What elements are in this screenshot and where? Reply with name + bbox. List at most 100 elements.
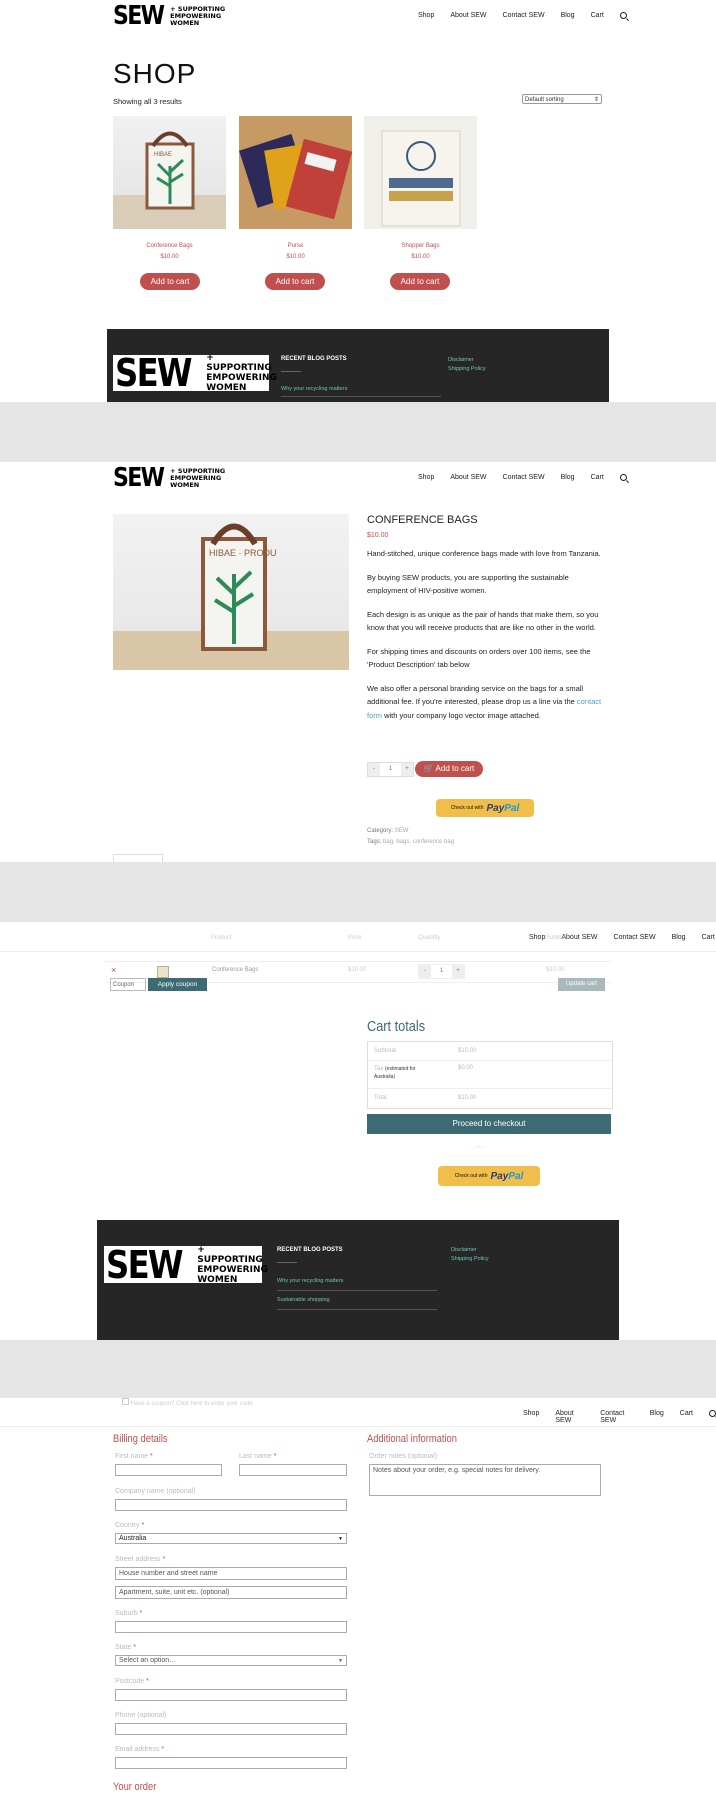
postcode-input[interactable] bbox=[115, 1689, 347, 1701]
first-name-label: First name * bbox=[115, 1453, 153, 1460]
nav-shop[interactable]: Shop bbox=[418, 12, 434, 21]
shipping-policy-link[interactable]: Shipping Policy bbox=[448, 366, 486, 372]
nav-cart[interactable]: Cart bbox=[591, 12, 604, 21]
first-name-input[interactable] bbox=[115, 1464, 222, 1476]
category-link[interactable]: SEW bbox=[395, 828, 409, 834]
quantity-stepper[interactable]: - 1 + bbox=[367, 762, 414, 777]
disclaimer-link[interactable]: Disclaimer bbox=[448, 357, 474, 363]
nav-about[interactable]: About SEW bbox=[450, 12, 486, 21]
recent-posts-title: RECENT BLOG POSTS bbox=[277, 1247, 343, 1253]
blog-post-link[interactable]: Sustainable shopping bbox=[277, 1297, 330, 1303]
cart-header-quantity: Quantity bbox=[418, 935, 441, 941]
product-name[interactable]: Conference Bags bbox=[113, 243, 226, 249]
nav-about[interactable]: About SEW bbox=[450, 474, 486, 483]
footer-logo[interactable]: SEW + SUPPORTING EMPOWERING WOMEN bbox=[113, 353, 277, 393]
nav-contact[interactable]: Contact SEW bbox=[600, 1410, 634, 1424]
add-to-cart-button[interactable]: Add to cart bbox=[140, 273, 200, 290]
add-to-cart-button[interactable]: 🛒 Add to cart bbox=[415, 761, 483, 777]
proceed-to-checkout-button[interactable]: Proceed to checkout bbox=[367, 1114, 611, 1134]
paypal-checkout-button[interactable]: Check out with PayPal bbox=[438, 1166, 540, 1186]
sorting-value: Default sorting bbox=[525, 97, 564, 103]
order-notes-textarea[interactable]: Notes about your order, e.g. special not… bbox=[369, 1464, 601, 1496]
site-logo[interactable]: SEW + SUPPORTING EMPOWERING WOMEN bbox=[113, 465, 225, 491]
coupon-notice[interactable]: Have a coupon? Click here to enter your … bbox=[122, 1398, 253, 1407]
tags-links[interactable]: bag, bags, conference bag bbox=[383, 839, 454, 845]
state-select[interactable]: Select an option… ▼ bbox=[115, 1655, 347, 1666]
update-cart-button[interactable]: Update cart bbox=[558, 978, 605, 991]
add-to-cart-button[interactable]: Add to cart bbox=[265, 273, 325, 290]
nav-shop[interactable]: Shop bbox=[523, 1410, 539, 1424]
paypal-checkout-button[interactable]: Check out with PayPal bbox=[436, 799, 534, 817]
add-to-cart-button[interactable]: Add to cart bbox=[390, 273, 450, 290]
street-address-2-input[interactable]: Apartment, suite, unit etc. (optional) bbox=[115, 1586, 347, 1599]
product-image-purse[interactable] bbox=[239, 116, 353, 229]
search-icon[interactable] bbox=[619, 12, 627, 21]
nav-about[interactable]: About SEW bbox=[555, 1410, 584, 1424]
product-title: CONFERENCE BAGS bbox=[367, 514, 478, 526]
last-name-input[interactable] bbox=[239, 1464, 347, 1476]
divider bbox=[281, 396, 441, 397]
sorting-select[interactable]: Default sorting ⇕ bbox=[522, 94, 602, 104]
apply-coupon-button[interactable]: Apply coupon bbox=[148, 978, 207, 991]
qty-input[interactable]: 1 bbox=[380, 763, 401, 776]
main-nav: Shop About SEW Contact SEW Blog Cart bbox=[418, 474, 627, 483]
logo-tagline: + SUPPORTING EMPOWERING WOMEN bbox=[170, 4, 226, 27]
product-name[interactable]: Shopper Bags bbox=[364, 243, 477, 249]
nav-blog[interactable]: Blog bbox=[561, 12, 575, 21]
footer-logo[interactable]: SEW + SUPPORTING EMPOWERING WOMEN bbox=[104, 1245, 268, 1285]
paypal-logo: PayPal bbox=[490, 1170, 524, 1182]
add-to-cart-label: Add to cart bbox=[435, 764, 475, 773]
nav-shop[interactable]: Shop bbox=[418, 474, 434, 483]
tab-description[interactable] bbox=[113, 854, 163, 862]
phone-input[interactable] bbox=[115, 1723, 347, 1735]
svg-text:HIBAE · PRODU: HIBAE · PRODU bbox=[209, 548, 277, 558]
qty-plus-button[interactable]: + bbox=[401, 763, 413, 776]
product-image-shopper-bags[interactable] bbox=[364, 116, 477, 229]
disclaimer-link[interactable]: Disclaimer bbox=[451, 1247, 477, 1253]
nav-cart[interactable]: Cart bbox=[591, 474, 604, 483]
logo-sew: SEW bbox=[113, 463, 165, 493]
nav-blog[interactable]: Blog bbox=[561, 474, 575, 483]
product-price: $10.00 bbox=[286, 254, 305, 260]
street-address-input[interactable]: House number and street name bbox=[115, 1567, 347, 1580]
cart-qty-stepper[interactable]: - 1 + bbox=[418, 964, 465, 979]
nav-contact[interactable]: Contact SEW bbox=[503, 12, 545, 21]
coupon-input[interactable]: Coupon code bbox=[110, 978, 146, 991]
email-input[interactable] bbox=[115, 1757, 347, 1769]
cart-thumbnail[interactable] bbox=[157, 966, 169, 978]
divider bbox=[281, 371, 301, 372]
qty-plus-button[interactable]: + bbox=[452, 965, 464, 978]
qty-minus-button[interactable]: - bbox=[368, 763, 380, 776]
nav-blog[interactable]: Blog bbox=[672, 934, 686, 941]
nav-contact[interactable]: Contact SEW bbox=[614, 934, 656, 941]
product-name[interactable]: Purse bbox=[239, 243, 352, 249]
search-icon[interactable] bbox=[619, 474, 627, 483]
search-icon[interactable] bbox=[709, 1410, 716, 1424]
logo-tagline: + SUPPORTING EMPOWERING WOMEN bbox=[206, 353, 277, 393]
cart-item-price: $10.00 bbox=[348, 967, 367, 973]
purse-graphic bbox=[239, 133, 353, 220]
suburb-input[interactable] bbox=[115, 1621, 347, 1633]
nav-cart[interactable]: Cart bbox=[702, 934, 715, 941]
product-image-conference-bags[interactable]: HIBAE bbox=[113, 116, 226, 229]
cart-totals-table: Subtotal $10.00 Tax (estimated for Austr… bbox=[367, 1041, 613, 1109]
description-paragraph: We also offer a personal branding servic… bbox=[367, 683, 602, 720]
shipping-policy-link[interactable]: Shipping Policy bbox=[451, 1256, 489, 1262]
description-paragraph: Each design is as unique as the pair of … bbox=[367, 609, 599, 633]
divider bbox=[277, 1262, 297, 1263]
company-input[interactable] bbox=[115, 1499, 347, 1511]
nav-blog[interactable]: Blog bbox=[650, 1410, 664, 1424]
nav-contact[interactable]: Contact SEW bbox=[503, 474, 545, 483]
qty-minus-button[interactable]: - bbox=[419, 965, 431, 978]
cart-item-name[interactable]: Conference Bags bbox=[212, 967, 258, 973]
nav-cart[interactable]: Cart bbox=[680, 1410, 693, 1424]
country-select[interactable]: Australia ▼ bbox=[115, 1533, 347, 1544]
blog-post-link[interactable]: Why your recycling matters bbox=[281, 386, 347, 392]
cart-header-price: Price bbox=[348, 935, 362, 941]
remove-item-button[interactable]: × bbox=[111, 965, 116, 975]
product-main-image[interactable]: HIBAE · PRODU bbox=[113, 514, 349, 670]
site-logo[interactable]: SEW + SUPPORTING EMPOWERING WOMEN bbox=[113, 3, 225, 29]
shopper-bag-graphic bbox=[381, 130, 461, 227]
blog-post-link[interactable]: Why your recycling matters bbox=[277, 1278, 343, 1284]
qty-input[interactable]: 1 bbox=[431, 965, 452, 978]
